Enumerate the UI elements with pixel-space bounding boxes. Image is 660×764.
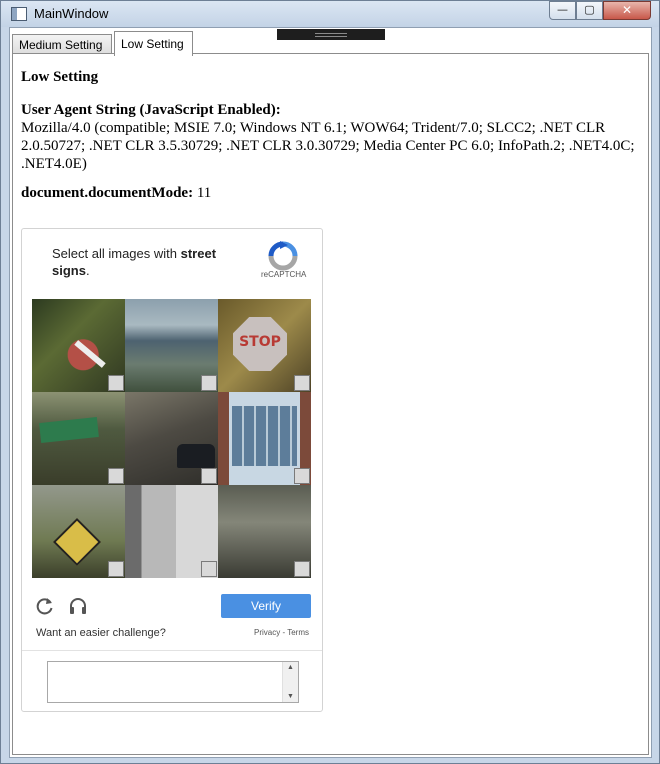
verify-button[interactable]: Verify [221,594,311,618]
captcha-prompt-prefix: Select all images with [52,246,181,261]
easier-challenge-link[interactable]: Want an easier challenge? [36,627,166,639]
drag-handle[interactable] [277,29,385,40]
legal-links: Privacy - Terms [254,628,309,637]
page-content: Low Setting User Agent String (JavaScrip… [21,69,641,214]
captcha-tile[interactable] [218,392,311,485]
maximize-icon: ▢ [584,3,595,16]
headphones-icon[interactable] [68,596,88,616]
privacy-link[interactable]: Privacy [254,628,280,637]
stop-sign-shape [233,317,287,371]
tile-checkbox[interactable] [201,561,217,577]
close-button[interactable]: ✕ [603,1,651,20]
street-name-sign-shape [39,417,99,443]
tile-checkbox[interactable] [294,468,310,484]
reload-icon[interactable] [36,597,54,615]
close-icon: ✕ [621,3,633,17]
window-title: MainWindow [34,6,109,21]
captcha-response-textarea[interactable]: ▲ ▼ [47,661,299,703]
tile-checkbox[interactable] [201,468,217,484]
recaptcha-logo-icon [268,241,298,271]
tab-low-setting[interactable]: Low Setting [114,31,193,56]
maximize-button[interactable]: ▢ [576,1,603,20]
main-window: MainWindow — ▢ ✕ Medium Setting Low Sett… [0,0,660,764]
tile-checkbox[interactable] [108,375,124,391]
tile-checkbox[interactable] [108,468,124,484]
tile-checkbox[interactable] [108,561,124,577]
document-mode-line: document.documentMode: 11 [21,185,641,202]
minimize-button[interactable]: — [549,1,576,20]
document-mode-label: document.documentMode: [21,185,194,201]
user-agent-value: Mozilla/4.0 (compatible; MSIE 7.0; Windo… [21,120,635,172]
building-windows-shape [232,406,297,466]
tile-checkbox[interactable] [294,375,310,391]
recaptcha-widget: Select all images with street signs. reC… [21,228,323,712]
minimize-icon: — [557,3,568,16]
captcha-tile[interactable] [32,392,125,485]
no-entry-sign-shape [74,340,106,368]
captcha-tile[interactable] [125,299,218,392]
scroll-up-icon[interactable]: ▲ [283,664,298,671]
recaptcha-brand: reCAPTCHA [261,270,307,279]
car-shape [177,444,215,468]
page-heading: Low Setting [21,69,99,85]
captcha-tile[interactable] [125,392,218,485]
document-mode-value: 11 [196,185,212,201]
tile-checkbox[interactable] [294,561,310,577]
tab-medium-setting[interactable]: Medium Setting [12,34,112,55]
captcha-image-grid [32,299,312,579]
captcha-tile[interactable] [32,299,125,392]
textarea-scrollbar[interactable]: ▲ ▼ [282,662,298,702]
captcha-tile[interactable] [32,485,125,578]
app-window-icon [11,7,27,21]
captcha-prompt: Select all images with street signs. [52,245,242,279]
captcha-tile[interactable] [218,299,311,392]
scroll-down-icon[interactable]: ▼ [283,693,298,700]
terms-link[interactable]: Terms [287,628,309,637]
captcha-divider [22,650,322,651]
captcha-prompt-suffix: . [85,263,90,278]
tile-checkbox[interactable] [201,375,217,391]
captcha-tile[interactable] [125,485,218,578]
user-agent-label: User Agent String (JavaScript Enabled): [21,102,281,118]
diamond-sign-shape [52,517,102,567]
captcha-tile[interactable] [218,485,311,578]
